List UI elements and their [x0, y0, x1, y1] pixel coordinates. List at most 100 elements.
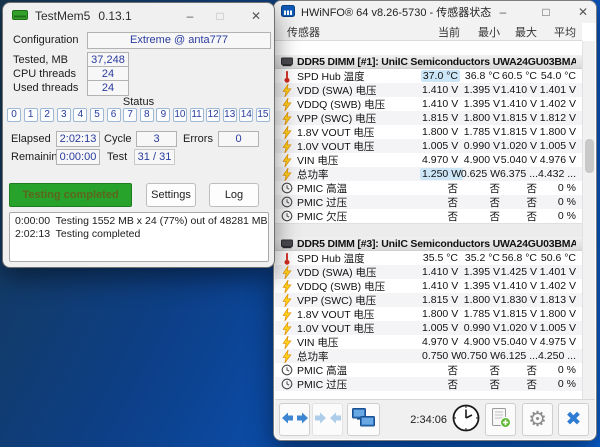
bolt-icon: [278, 265, 295, 279]
sensor-row[interactable]: 1.0V VOUT 电压 1.005 V 0.990 V 1.020 V 1.005 V: [275, 321, 582, 335]
close-icon[interactable]: ✕: [568, 1, 596, 23]
settings-button[interactable]: ⚙: [522, 403, 553, 436]
sensor-label: 总功率: [297, 168, 329, 181]
elapsed-field: 2:02:13: [56, 131, 100, 147]
sensor-row[interactable]: VIN 电压 4.970 V 4.900 V 5.040 V 4.976 V: [275, 153, 582, 167]
column-min[interactable]: 最小: [460, 24, 500, 40]
sensor-max: 1.020 V: [500, 322, 537, 334]
sensor-row[interactable]: 总功率 0.750 W 0.750 W 6.125 ... 4.250 ...: [275, 349, 582, 363]
status-cell: 7: [123, 108, 138, 122]
arrows-outward-icon: [281, 411, 308, 428]
sensor-current: 1.005 V: [422, 322, 459, 334]
sensor-min: 1.395 V: [463, 280, 500, 292]
column-sensor[interactable]: 传感器: [278, 24, 420, 40]
clock-icon: [278, 378, 295, 390]
sensor-current: 1.410 V: [422, 280, 459, 292]
column-current[interactable]: 当前: [420, 24, 460, 40]
column-max[interactable]: 最大: [500, 24, 537, 40]
sensor-section-header[interactable]: DDR5 DIMM [#1]: UniIC Semiconductors UWA…: [275, 55, 582, 69]
sensor-current: 1.815 V: [422, 112, 459, 124]
sensor-label: VPP (SWC) 电压: [297, 112, 377, 125]
sensor-avg: 0 %: [557, 378, 576, 390]
clock-icon: [278, 182, 295, 194]
sensor-min: 否: [489, 378, 501, 391]
sensor-max: 1.815 V: [500, 126, 537, 138]
scrollbar[interactable]: [582, 41, 595, 399]
maximize-icon[interactable]: □: [531, 1, 561, 23]
bolt-icon: [278, 293, 295, 307]
sensor-min: 1.785 V: [463, 126, 500, 138]
collapse-all-button[interactable]: [312, 403, 343, 436]
sensor-list: DDR5 DIMM [#1]: UniIC Semiconductors UWA…: [275, 41, 582, 399]
minimize-icon[interactable]: –: [175, 5, 205, 27]
sensor-avg: 4.250 ...: [538, 350, 576, 362]
sensor-current: 否: [447, 364, 459, 377]
config-field: Extreme @ anta777: [87, 32, 271, 49]
status-cell: 4: [73, 108, 88, 122]
status-cell: 0: [7, 108, 21, 122]
sensor-row[interactable]: PMIC 过压 否 否 否 0 %: [275, 195, 582, 209]
sensor-row[interactable]: VDD (SWA) 电压 1.410 V 1.395 V 1.410 V 1.401 V: [275, 83, 582, 97]
sensor-row[interactable]: PMIC 高温 否 否 否 0 %: [275, 363, 582, 377]
testing-status-button[interactable]: Testing completed: [9, 183, 132, 207]
sensor-min: 4.900 V: [463, 336, 500, 348]
hwinfo-toolbar: 2:34:06 ⚙ ✖: [275, 399, 595, 439]
sensor-row[interactable]: SPD Hub 温度 37.0 °C 36.8 °C 60.5 °C 54.0 °C: [275, 69, 582, 83]
sensor-current: 1.250 W: [420, 168, 464, 180]
status-cell: 2: [40, 108, 55, 122]
sensor-row[interactable]: 总功率 1.250 W 0.625 W 6.375 ... 4.432 ...: [275, 167, 582, 181]
sensor-row[interactable]: VPP (SWC) 电压 1.815 V 1.800 V 1.830 V 1.813 V: [275, 293, 582, 307]
section-header-label: DDR5 DIMM [#3]: UniIC Semiconductors UWA…: [297, 237, 576, 250]
bolt-icon: [278, 321, 295, 335]
sensor-row[interactable]: VDDQ (SWB) 电压 1.410 V 1.395 V 1.410 V 1.402 …: [275, 279, 582, 293]
sensor-row[interactable]: PMIC 欠压 否 否 否 0 %: [275, 209, 582, 223]
sensor-label: PMIC 高温: [297, 364, 348, 377]
log-button[interactable]: Log: [209, 183, 259, 207]
bolt-icon: [278, 125, 295, 139]
test-label: Test: [107, 151, 128, 163]
sensor-row[interactable]: VDD (SWA) 电压 1.410 V 1.395 V 1.425 V 1.401 V: [275, 265, 582, 279]
bolt-icon: [278, 97, 295, 111]
status-cell: 6: [106, 108, 121, 122]
expand-all-button[interactable]: [279, 403, 310, 436]
sensor-max: 60.5 °C: [501, 70, 537, 82]
close-sensors-button[interactable]: ✖: [558, 403, 589, 436]
sensor-row[interactable]: 1.0V VOUT 电压 1.005 V 0.990 V 1.020 V 1.005 V: [275, 139, 582, 153]
settings-button[interactable]: Settings: [146, 183, 196, 207]
sensor-row[interactable]: 1.8V VOUT 电压 1.800 V 1.785 V 1.815 V 1.800 V: [275, 307, 582, 321]
sensor-section-header[interactable]: DDR5 DIMM [#3]: UniIC Semiconductors UWA…: [275, 237, 582, 251]
sensor-min: 1.395 V: [463, 98, 500, 110]
close-icon[interactable]: ✕: [241, 5, 271, 27]
sensor-row[interactable]: PMIC 高温 否 否 否 0 %: [275, 181, 582, 195]
cpu-threads-label: CPU threads: [13, 68, 76, 80]
hwinfo-titlebar[interactable]: HWiNFO® 64 v8.26-5730 - 传感器状态 – □ ✕: [274, 1, 596, 23]
sensor-max: 1.815 V: [500, 308, 537, 320]
sensor-current: 否: [447, 210, 459, 223]
report-button[interactable]: [485, 403, 516, 436]
remote-sensors-button[interactable]: [347, 403, 380, 436]
sensor-row[interactable]: VDDQ (SWB) 电压 1.410 V 1.395 V 1.410 V 1.402 …: [275, 97, 582, 111]
clock-button[interactable]: [450, 403, 481, 436]
sensor-row[interactable]: VIN 电压 4.970 V 4.900 V 5.040 V 4.975 V: [275, 335, 582, 349]
sensor-avg: 1.401 V: [539, 266, 576, 278]
testmem5-titlebar[interactable]: TestMem5 0.13.1 – □ ✕: [3, 3, 274, 29]
sensor-row[interactable]: PMIC 过压 否 否 否 0 %: [275, 377, 582, 391]
sensor-max: 否: [526, 182, 538, 195]
status-cell: 3: [56, 108, 71, 122]
log-output[interactable]: 0:00:00 Testing 1552 MB x 24 (77%) out o…: [9, 212, 269, 262]
sensor-label: 1.0V VOUT 电压: [297, 322, 375, 335]
scrollbar-thumb[interactable]: [585, 139, 594, 173]
sensor-row[interactable]: 1.8V VOUT 电压 1.800 V 1.785 V 1.815 V 1.800 V: [275, 125, 582, 139]
column-header-row: 传感器 当前 最小 最大 平均: [275, 23, 582, 41]
sensor-label: PMIC 高温: [297, 182, 348, 195]
minimize-icon[interactable]: –: [488, 1, 518, 23]
sensor-max: 否: [526, 210, 538, 223]
sensor-row[interactable]: VPP (SWC) 电压 1.815 V 1.800 V 1.815 V 1.812 V: [275, 111, 582, 125]
bolt-icon: [278, 167, 295, 181]
maximize-icon[interactable]: □: [205, 5, 235, 27]
sensor-min: 1.395 V: [463, 84, 500, 96]
sensor-current: 1.815 V: [422, 294, 459, 306]
log-line: 0:00:00 Testing 1552 MB x 24 (77%) out o…: [15, 215, 268, 227]
sensor-row[interactable]: SPD Hub 温度 35.5 °C 35.2 °C 56.8 °C 50.6 °C: [275, 251, 582, 265]
column-avg[interactable]: 平均: [537, 24, 576, 40]
